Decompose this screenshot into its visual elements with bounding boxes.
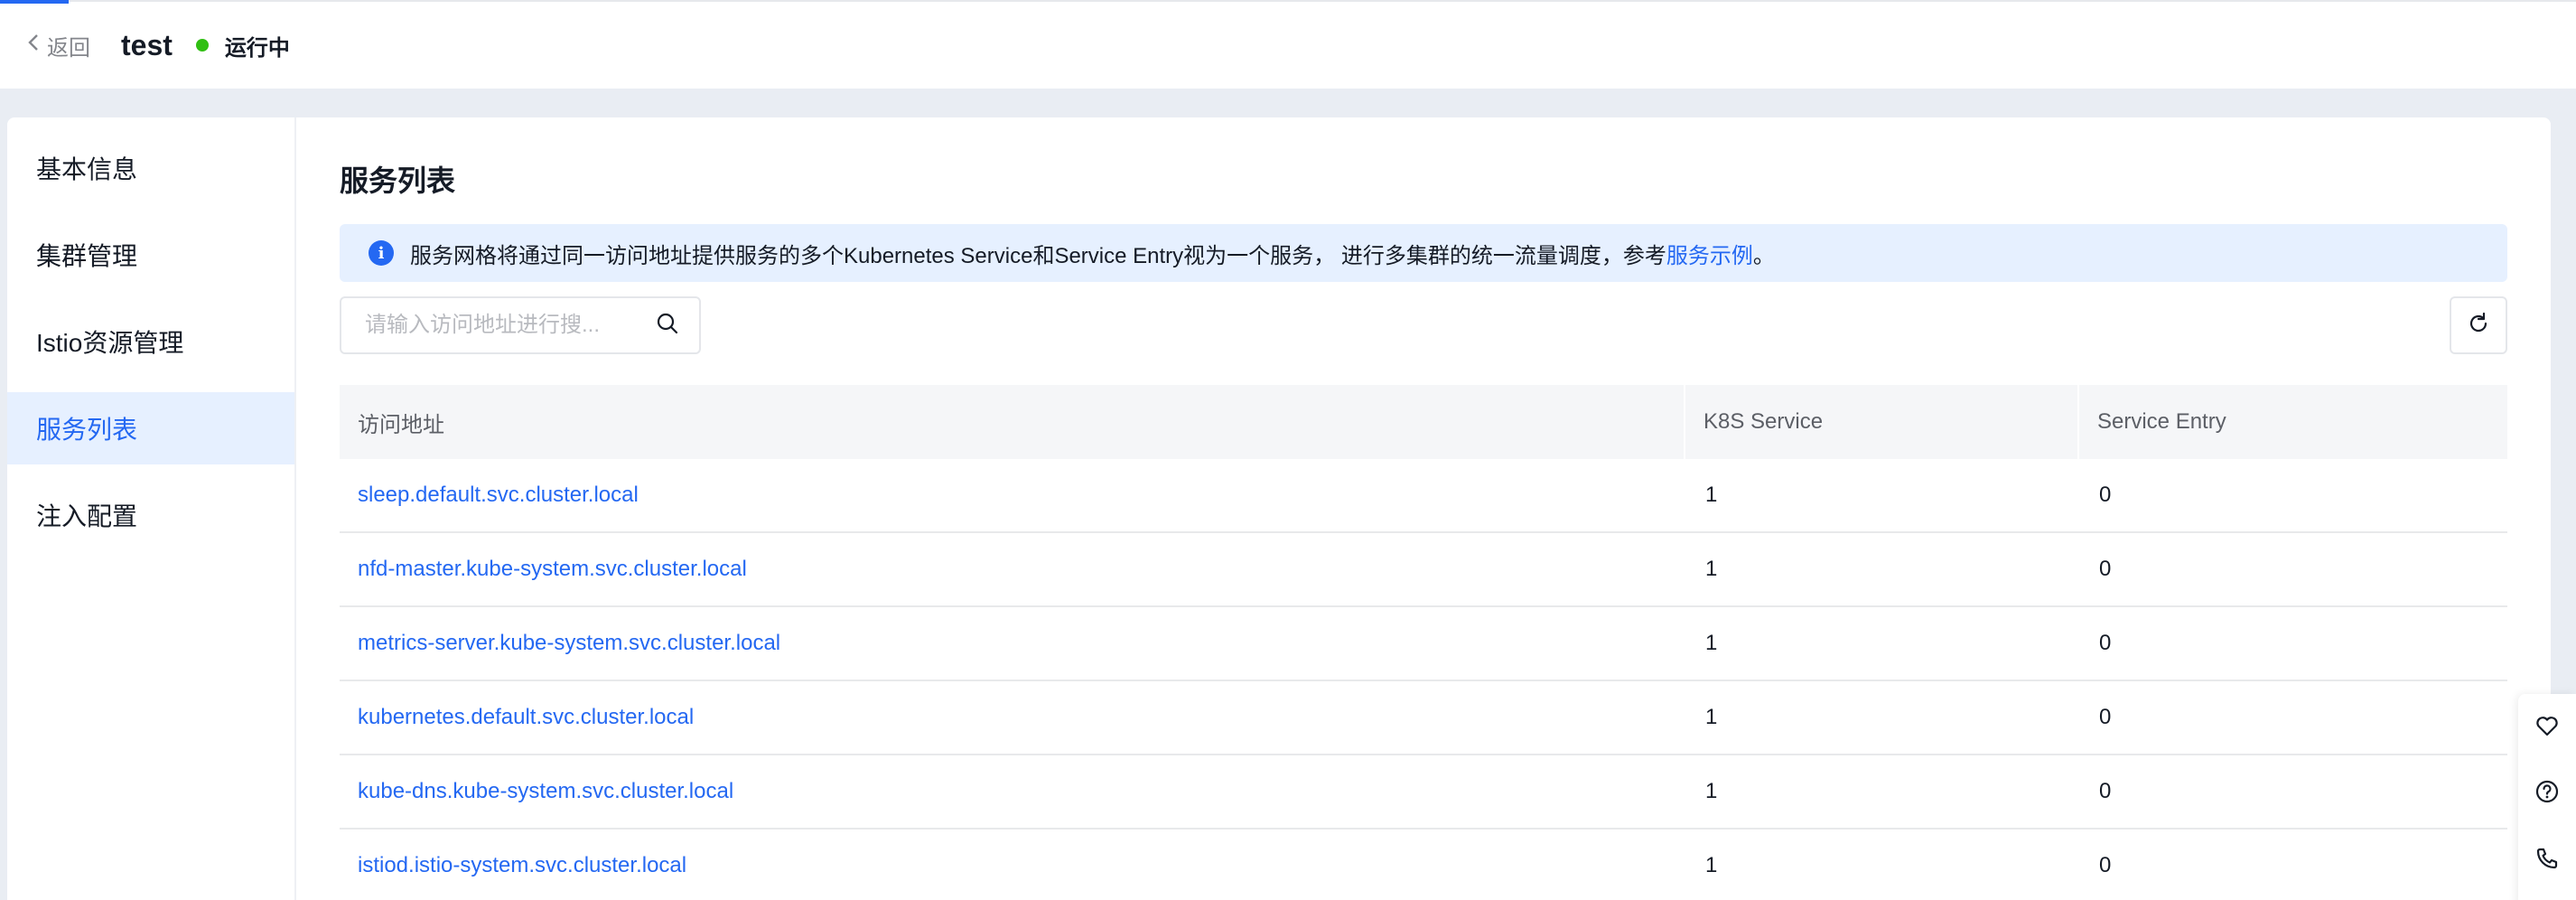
info-icon: i <box>369 240 394 266</box>
sidebar-item-basic-info[interactable]: 基本信息 <box>7 132 294 204</box>
address-cell: istiod.istio-system.svc.cluster.local <box>340 830 1685 900</box>
sidebar-item-cluster-management[interactable]: 集群管理 <box>7 219 294 291</box>
contact-button[interactable] <box>2527 845 2567 877</box>
sidebar-item-label: 服务列表 <box>36 416 138 444</box>
favorite-button[interactable] <box>2527 712 2567 744</box>
alert-text: 服务网格将通过同一访问地址提供服务的多个Kubernetes Service和S… <box>410 243 1666 268</box>
service-address-link[interactable]: kubernetes.default.svc.cluster.local <box>358 705 694 730</box>
back-button[interactable]: 返回 <box>25 30 90 61</box>
k8s-service-count: 1 <box>1705 853 1718 877</box>
heart-icon <box>2534 712 2561 744</box>
chevron-left-icon <box>25 32 47 60</box>
table-row: metrics-server.kube-system.svc.cluster.l… <box>340 607 2507 681</box>
sidebar-item-label: 注入配置 <box>36 502 138 530</box>
column-header-address: 访问地址 <box>340 385 1685 459</box>
service-address-link[interactable]: istiod.istio-system.svc.cluster.local <box>358 853 686 878</box>
sidebar-item-label: 集群管理 <box>36 242 138 270</box>
back-label: 返回 <box>47 35 90 61</box>
address-cell: nfd-master.kube-system.svc.cluster.local <box>340 533 1685 605</box>
service-address-link[interactable]: kube-dns.kube-system.svc.cluster.local <box>358 779 733 804</box>
sidebar-item-istio-resources[interactable]: Istio资源管理 <box>7 305 294 378</box>
main-card: 基本信息 集群管理 Istio资源管理 服务列表 注入配置 服务列表 i 服务网… <box>7 117 2551 900</box>
search-icon[interactable] <box>656 312 679 340</box>
address-cell: sleep.default.svc.cluster.local <box>340 459 1685 531</box>
service-entry-count: 0 <box>2099 631 2112 655</box>
help-icon <box>2534 778 2561 810</box>
service-table: 访问地址 K8S Service Service Entry sleep.def… <box>340 385 2507 900</box>
sidebar-item-label: 基本信息 <box>36 155 138 183</box>
address-cell: kube-dns.kube-system.svc.cluster.local <box>340 755 1685 828</box>
address-cell: metrics-server.kube-system.svc.cluster.l… <box>340 607 1685 680</box>
search-box <box>340 296 701 354</box>
table-header: 访问地址 K8S Service Service Entry <box>340 385 2507 459</box>
table-row: istiod.istio-system.svc.cluster.local 1 … <box>340 830 2507 900</box>
service-entry-count: 0 <box>2099 557 2112 581</box>
service-entry-count: 0 <box>2099 779 2112 803</box>
refresh-button[interactable] <box>2450 296 2507 354</box>
k8s-service-count: 1 <box>1705 779 1718 803</box>
k8s-service-count: 1 <box>1705 631 1718 655</box>
page-header: 返回 test 运行中 <box>0 0 2576 89</box>
column-header-k8s-service: K8S Service <box>1685 385 2079 459</box>
address-cell: kubernetes.default.svc.cluster.local <box>340 681 1685 754</box>
sidebar-item-label: Istio资源管理 <box>36 329 184 357</box>
service-example-link[interactable]: 服务示例 <box>1666 238 1753 269</box>
section-title: 服务列表 <box>340 164 456 197</box>
search-input[interactable] <box>365 313 656 338</box>
k8s-service-count: 1 <box>1705 483 1718 507</box>
sidebar-item-service-list[interactable]: 服务列表 <box>7 392 294 464</box>
floating-toolbar <box>2518 694 2576 900</box>
service-address-link[interactable]: nfd-master.kube-system.svc.cluster.local <box>358 557 747 582</box>
loading-bar <box>0 0 69 4</box>
content-area: 服务列表 i 服务网格将通过同一访问地址提供服务的多个Kubernetes Se… <box>296 117 2551 900</box>
table-row: kubernetes.default.svc.cluster.local 1 0 <box>340 681 2507 755</box>
k8s-service-count: 1 <box>1705 705 1718 729</box>
table-row: kube-dns.kube-system.svc.cluster.local 1… <box>340 755 2507 830</box>
k8s-service-count: 1 <box>1705 557 1718 581</box>
alert-suffix: 。 <box>1752 243 1775 268</box>
info-alert: i 服务网格将通过同一访问地址提供服务的多个Kubernetes Service… <box>340 224 2507 282</box>
table-row: sleep.default.svc.cluster.local 1 0 <box>340 459 2507 533</box>
phone-icon <box>2534 845 2561 877</box>
service-entry-count: 0 <box>2099 853 2112 877</box>
table-row: nfd-master.kube-system.svc.cluster.local… <box>340 533 2507 607</box>
service-address-link[interactable]: metrics-server.kube-system.svc.cluster.l… <box>358 631 780 656</box>
column-header-service-entry: Service Entry <box>2097 409 2226 434</box>
sidebar: 基本信息 集群管理 Istio资源管理 服务列表 注入配置 <box>7 117 296 900</box>
service-entry-count: 0 <box>2099 483 2112 507</box>
service-address-link[interactable]: sleep.default.svc.cluster.local <box>358 483 639 508</box>
toolbar <box>340 296 2507 354</box>
status-text: 运行中 <box>224 35 290 61</box>
service-entry-count: 0 <box>2099 705 2112 729</box>
status-badge: 运行中 <box>195 30 290 61</box>
page-title: test <box>121 28 173 61</box>
page: 返回 test 运行中 基本信息 集群管理 Istio资源管理 服务列表 注入配… <box>0 0 2576 900</box>
refresh-icon <box>2466 311 2491 341</box>
help-button[interactable] <box>2527 778 2567 810</box>
sidebar-item-injection-config[interactable]: 注入配置 <box>7 479 294 551</box>
status-dot-icon <box>195 39 209 52</box>
